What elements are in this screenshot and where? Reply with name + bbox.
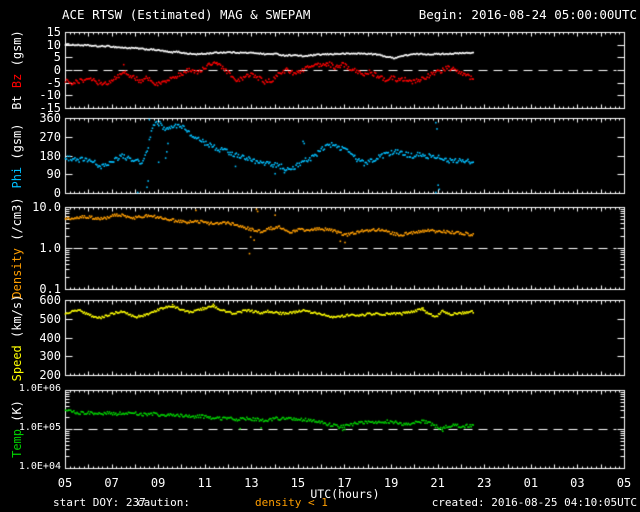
density-axis-title-part: Density xyxy=(10,248,24,299)
x-tick-label-07: 07 xyxy=(104,476,119,490)
speed-axis-title-part: (km/s) xyxy=(10,294,24,345)
mag-phi-plot-canvas xyxy=(64,117,626,195)
x-tick-label-23: 23 xyxy=(477,476,492,490)
x-tick-label-15: 15 xyxy=(290,476,306,490)
caution-label: caution: xyxy=(137,496,190,509)
temperature-ytick-label: 1.0E+04 xyxy=(18,461,61,472)
temperature-ytick-label: 1.0E+06 xyxy=(18,383,61,394)
created-timestamp: created: 2016-08-25 04:10:05UTC xyxy=(431,496,637,509)
x-tick-label-01: 01 xyxy=(523,476,539,490)
mag-phi-axis-title-part: (gsm) xyxy=(10,122,24,167)
temperature-axis-title-part: (K) xyxy=(10,400,24,429)
x-tick-label-19: 19 xyxy=(383,476,399,490)
mag-phi-axis-title-part: Phi xyxy=(10,166,24,189)
x-tick-label-09: 09 xyxy=(150,476,166,490)
x-tick-label-05: 05 xyxy=(57,476,73,490)
mag-bt-bz-axis-title-part: Bz xyxy=(10,73,24,89)
mag-bt-bz-axis-title-part: (gsm) xyxy=(10,30,24,74)
x-tick-label-11: 11 xyxy=(197,476,212,490)
x-tick-label-05: 05 xyxy=(616,476,632,490)
mag-bt-bz-plot-canvas xyxy=(64,31,626,110)
density-axis-title-part: (/cm3) xyxy=(10,197,24,248)
density-warning-label: density < 1 xyxy=(255,496,328,509)
x-tick-label-21: 21 xyxy=(430,476,445,490)
begin-timestamp: Begin: 2016-08-24 05:00:00UTC xyxy=(418,7,637,22)
temperature-axis-title-part: Temp xyxy=(10,429,24,458)
mag-bt-bz-axis-title-part: Bt xyxy=(10,88,24,110)
x-tick-label-03: 03 xyxy=(570,476,585,490)
x-tick-label-13: 13 xyxy=(244,476,259,490)
plot-title: ACE RTSW (Estimated) MAG & SWEPAM xyxy=(62,7,311,22)
density-plot-canvas xyxy=(64,206,626,291)
temperature-plot-canvas xyxy=(64,389,626,470)
start-doy-label: start DOY: 237 xyxy=(53,496,146,509)
speed-plot-canvas xyxy=(64,299,626,377)
speed-axis-title-part: Speed xyxy=(10,344,24,381)
ace-rtsw-plot: ACE RTSW (Estimated) MAG & SWEPAM Begin:… xyxy=(0,0,640,512)
